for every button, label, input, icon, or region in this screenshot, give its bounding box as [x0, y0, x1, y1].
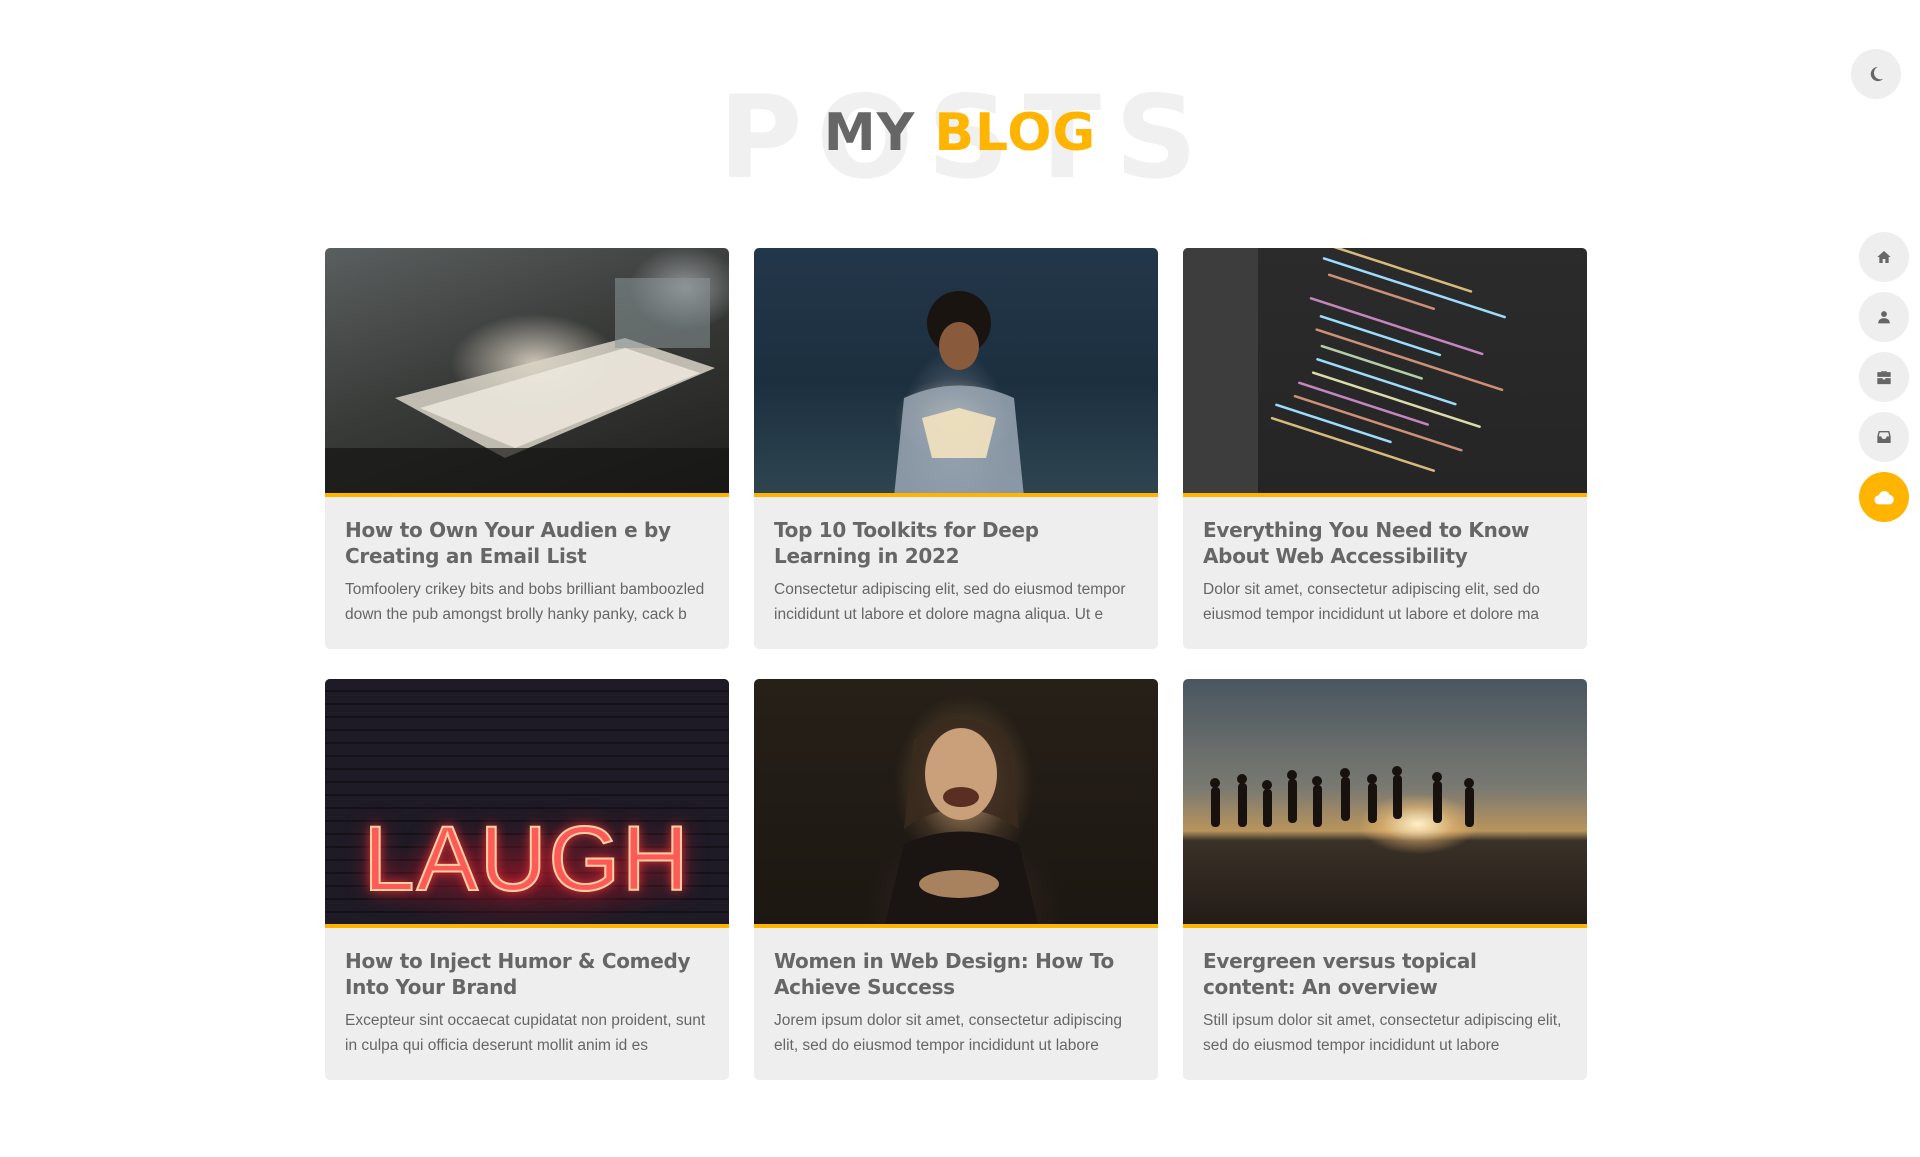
nav-home-button[interactable]	[1859, 232, 1909, 282]
post-excerpt: Excepteur sint occaecat cupidatat non pr…	[345, 1012, 706, 1054]
title-part-blog: BLOG	[934, 103, 1097, 163]
blog-card[interactable]: Everything You Need to Know About Web Ac…	[1183, 248, 1587, 649]
post-title[interactable]: Everything You Need to Know About Web Ac…	[1203, 517, 1567, 569]
nav-blog-button[interactable]	[1859, 472, 1909, 522]
blog-card[interactable]: Evergreen versus topical content: An ove…	[1183, 679, 1587, 1080]
cloud-icon	[1874, 490, 1894, 505]
post-image[interactable]	[1183, 248, 1587, 497]
post-excerpt: Tomfoolery crikey bits and bobs brillian…	[345, 581, 705, 623]
post-excerpt: Dolor sit amet, consectetur adipiscing e…	[1203, 581, 1540, 623]
title-heading: MY BLOG	[0, 100, 1920, 166]
nav-contact-button[interactable]	[1859, 412, 1909, 462]
post-title[interactable]: Women in Web Design: How To Achieve Succ…	[774, 948, 1138, 1000]
briefcase-icon	[1876, 370, 1892, 385]
blog-grid: How to Own Your Audien e by Creating an …	[325, 248, 1587, 1080]
side-nav	[1859, 232, 1909, 532]
mailbox-icon	[1876, 429, 1892, 445]
blog-card[interactable]: Women in Web Design: How To Achieve Succ…	[754, 679, 1158, 1080]
post-image[interactable]	[1183, 679, 1587, 928]
blog-card[interactable]: LAUGH How to Inject Humor & Comedy Into …	[325, 679, 729, 1080]
nav-about-button[interactable]	[1859, 292, 1909, 342]
post-title[interactable]: How to Own Your Audien e by Creating an …	[345, 517, 709, 569]
post-excerpt: Consectetur adipiscing elit, sed do eius…	[774, 581, 1126, 623]
blog-card[interactable]: How to Own Your Audien e by Creating an …	[325, 248, 729, 649]
post-image[interactable]	[754, 679, 1158, 928]
post-title[interactable]: Evergreen versus topical content: An ove…	[1203, 948, 1567, 1000]
post-title[interactable]: Top 10 Toolkits for Deep Learning in 202…	[774, 517, 1138, 569]
page-title: POSTS MY BLOG	[0, 78, 1920, 198]
nav-portfolio-button[interactable]	[1859, 352, 1909, 402]
post-image[interactable]	[754, 248, 1158, 497]
post-excerpt: Still ipsum dolor sit amet, consectetur …	[1203, 1012, 1562, 1054]
title-part-my: MY	[823, 103, 916, 163]
post-title[interactable]: How to Inject Humor & Comedy Into Your B…	[345, 948, 709, 1000]
neon-sign-text: LAUGH	[363, 807, 691, 911]
post-excerpt: Jorem ipsum dolor sit amet, consectetur …	[774, 1012, 1123, 1054]
home-icon	[1876, 249, 1892, 265]
blog-card[interactable]: Top 10 Toolkits for Deep Learning in 202…	[754, 248, 1158, 649]
post-image[interactable]	[325, 248, 729, 497]
user-icon	[1877, 309, 1891, 325]
post-image[interactable]: LAUGH	[325, 679, 729, 928]
